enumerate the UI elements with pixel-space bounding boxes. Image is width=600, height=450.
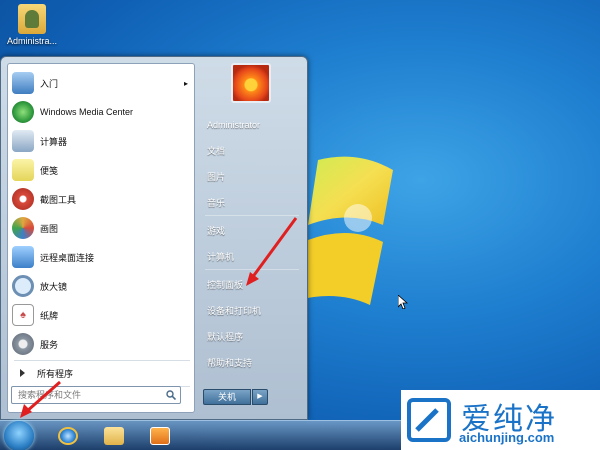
program-item-services[interactable]: 服务 [12, 331, 192, 357]
right-separator [205, 215, 299, 216]
right-item-default-programs[interactable]: 默认程序 [205, 327, 301, 347]
right-item-control-panel[interactable]: 控制面板 [205, 275, 301, 295]
user-folder-icon [18, 4, 46, 34]
all-programs-button[interactable]: 所有程序 [12, 364, 192, 382]
desktop-icon-administrator[interactable]: Administra... [4, 4, 60, 46]
right-separator [205, 269, 299, 270]
right-item-devices-printers[interactable]: 设备和打印机 [205, 301, 301, 321]
program-item-solitaire[interactable]: ♠ 纸牌 [12, 302, 192, 328]
watermark: 爱纯净 aichunjing.com [401, 390, 600, 450]
solitaire-icon: ♠ [12, 304, 34, 326]
search-icon[interactable] [166, 390, 176, 400]
start-button[interactable] [4, 421, 34, 450]
all-programs-label: 所有程序 [37, 368, 74, 379]
shutdown-button[interactable]: 关机 [203, 389, 251, 405]
paint-icon [12, 217, 34, 239]
shutdown-options-button[interactable]: ▶ [252, 389, 268, 405]
folder-icon [104, 427, 124, 445]
program-item-snipping-tool[interactable]: 截图工具 [12, 186, 192, 212]
program-label: 便笺 [40, 165, 59, 176]
right-item-pictures[interactable]: 图片 [205, 167, 301, 187]
site-logo-icon [407, 398, 451, 442]
submenu-arrow-icon: ▸ [183, 78, 188, 88]
watermark-url: aichunjing.com [459, 430, 555, 445]
program-label: 远程桌面连接 [40, 252, 95, 263]
media-center-icon [12, 101, 34, 123]
remote-desktop-icon [12, 246, 34, 268]
program-item-magnifier[interactable]: 放大镜 [12, 273, 192, 299]
program-label: 纸牌 [40, 310, 59, 321]
right-item-documents[interactable]: 文档 [205, 141, 301, 161]
program-label: 放大镜 [40, 281, 68, 292]
calculator-icon [12, 130, 34, 152]
program-label: 服务 [40, 339, 59, 350]
sticky-notes-icon [12, 159, 34, 181]
right-item-administrator[interactable]: Administrator [205, 115, 301, 135]
program-item-paint[interactable]: 画图 [12, 215, 192, 241]
snipping-tool-icon [12, 188, 34, 210]
program-label: 截图工具 [40, 194, 77, 205]
getting-started-icon [12, 72, 34, 94]
desktop-icon-label: Administra... [6, 36, 57, 46]
right-item-computer[interactable]: 计算机 [205, 247, 301, 267]
program-label: 画图 [40, 223, 59, 234]
right-item-music[interactable]: 音乐 [205, 193, 301, 213]
program-label: 计算器 [40, 136, 68, 147]
taskbar-ie-button[interactable] [50, 424, 86, 448]
right-item-help-support[interactable]: 帮助和支持 [205, 353, 301, 373]
program-label: Windows Media Center [40, 107, 134, 117]
program-item-remote-desktop[interactable]: 远程桌面连接 [12, 244, 192, 270]
program-label: 入门 [40, 78, 59, 89]
user-avatar[interactable] [231, 63, 271, 103]
magnifier-icon [12, 275, 34, 297]
all-programs-arrow-icon [20, 369, 25, 377]
program-item-getting-started[interactable]: 入门 ▸ [12, 70, 192, 96]
search-input[interactable]: 搜索程序和文件 [11, 386, 181, 404]
media-player-icon [150, 427, 170, 445]
services-icon [12, 333, 34, 355]
taskbar-media-player-button[interactable] [142, 424, 178, 448]
internet-explorer-icon [58, 427, 78, 445]
programs-separator [14, 360, 190, 361]
mouse-cursor-icon [398, 295, 408, 309]
taskbar-explorer-button[interactable] [96, 424, 132, 448]
windows-wallpaper-logo [298, 156, 393, 305]
programs-pane: 入门 ▸ Windows Media Center 计算器 便笺 截图工具 画图… [7, 63, 195, 413]
program-item-calculator[interactable]: 计算器 [12, 128, 192, 154]
right-item-games[interactable]: 游戏 [205, 221, 301, 241]
start-menu: 入门 ▸ Windows Media Center 计算器 便笺 截图工具 画图… [0, 56, 308, 420]
program-item-media-center[interactable]: Windows Media Center [12, 99, 192, 125]
program-item-sticky-notes[interactable]: 便笺 [12, 157, 192, 183]
search-placeholder: 搜索程序和文件 [18, 390, 82, 400]
